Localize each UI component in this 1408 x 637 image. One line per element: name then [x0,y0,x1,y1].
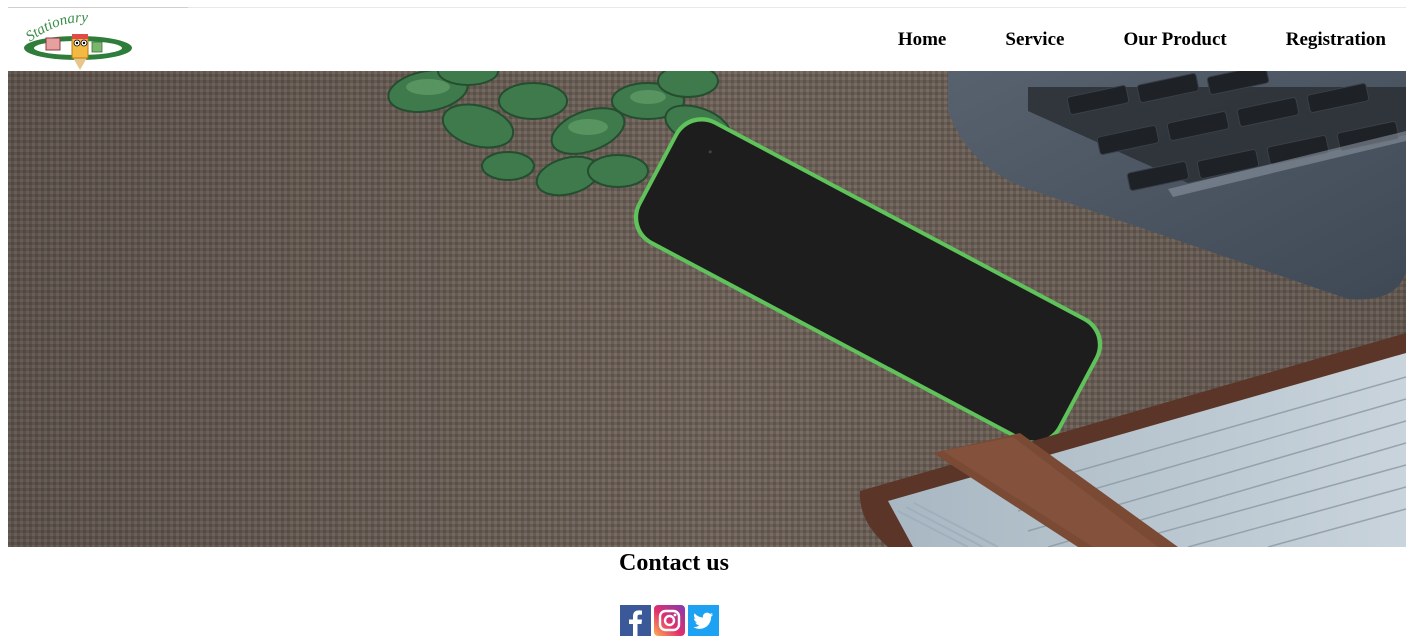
instagram-icon[interactable] [654,605,685,636]
page: Stationary Home Service Our Product Regi… [8,0,1406,637]
nav-home[interactable]: Home [898,29,947,51]
nav-service[interactable]: Service [1005,29,1064,51]
site-header: Stationary Home Service Our Product Regi… [8,8,1406,71]
logo-image[interactable]: Stationary [20,12,140,70]
twitter-icon[interactable] [688,605,719,636]
contact-title: Contact us [618,550,729,576]
nav-our-product[interactable]: Our Product [1123,29,1226,51]
main-nav: Home Service Our Product Registration [839,8,1386,71]
facebook-icon[interactable] [620,605,651,636]
hero-image [8,71,1406,547]
social-links [620,605,719,636]
nav-registration[interactable]: Registration [1286,29,1386,51]
hero-banner [8,71,1406,547]
